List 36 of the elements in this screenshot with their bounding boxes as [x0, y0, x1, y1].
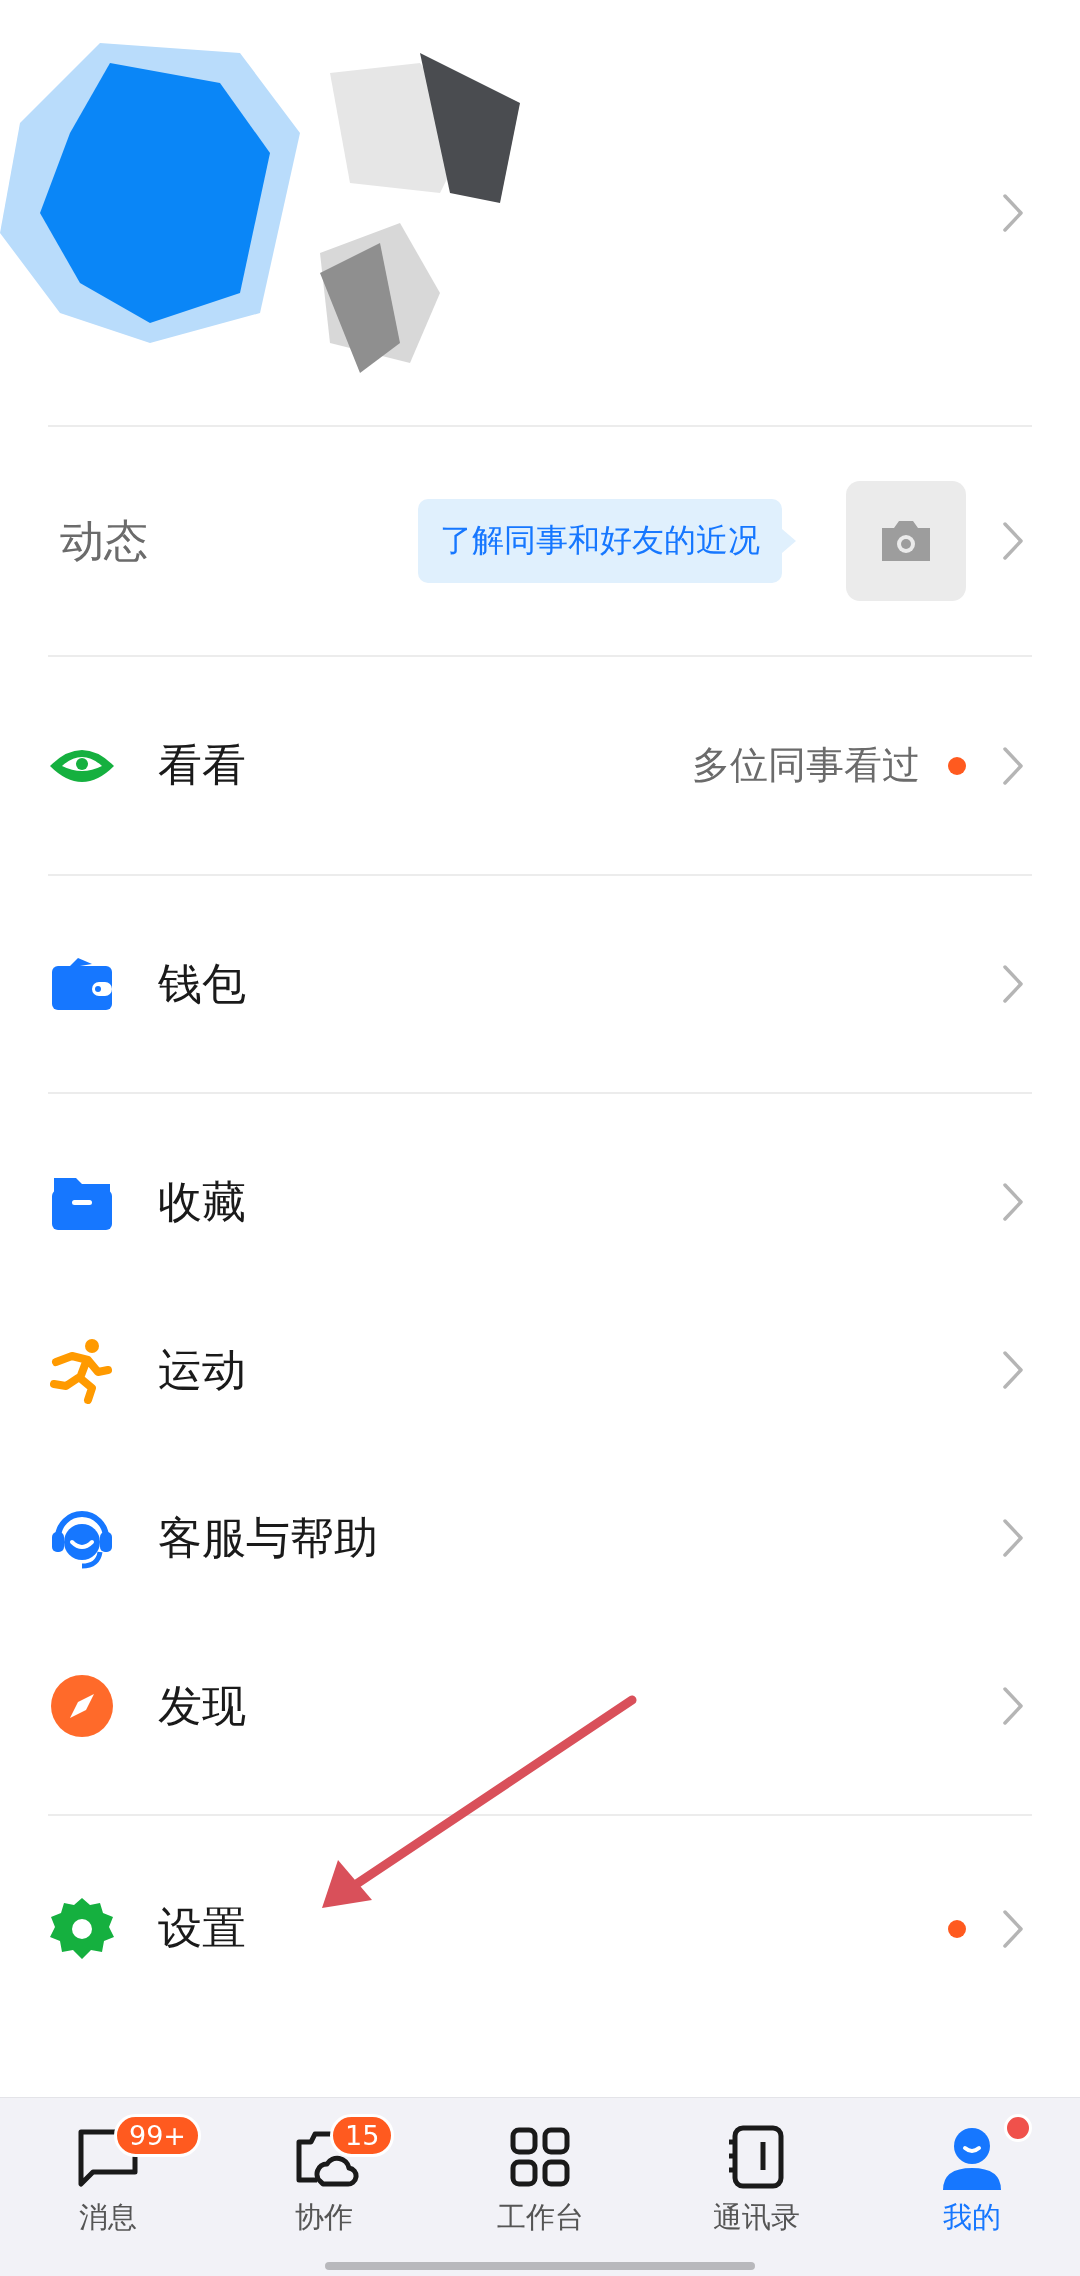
count-badge: 99+	[114, 2114, 201, 2157]
camera-button[interactable]	[846, 481, 966, 601]
menu-label: 钱包	[158, 956, 246, 1011]
count-badge: 15	[330, 2114, 395, 2157]
chevron-right-icon	[1002, 1182, 1024, 1222]
bubble-tail	[782, 529, 796, 553]
menu-item[interactable]: 运动	[48, 1286, 1032, 1454]
moments-label: 动态	[60, 513, 148, 568]
chevron-right-icon	[1002, 964, 1024, 1004]
menu-item[interactable]: 客服与帮助	[48, 1454, 1032, 1622]
chevron-right-icon	[1002, 1350, 1024, 1390]
menu-item[interactable]: 发现	[48, 1622, 1032, 1790]
chevron-right-icon	[1002, 1518, 1024, 1558]
chevron-right-icon	[1002, 1908, 1024, 1949]
chevron-right-icon	[1002, 521, 1024, 561]
menu-item[interactable]: 钱包	[48, 876, 1032, 1092]
menu-label: 设置	[158, 1901, 246, 1955]
menu-label: 发现	[158, 1678, 246, 1733]
chevron-right-icon	[1002, 192, 1024, 233]
tooltip-bubble: 了解同事和好友的近况	[418, 499, 782, 583]
menu-label: 看看	[158, 738, 246, 792]
tab[interactable]: 消息 99+	[10, 2104, 206, 2238]
tab[interactable]: 通讯录	[658, 2104, 854, 2238]
compass-icon	[48, 1672, 116, 1740]
menu-label: 收藏	[158, 1174, 246, 1229]
menu-item[interactable]: 看看 多位同事看过	[48, 657, 1032, 874]
chevron-right-icon	[1002, 745, 1024, 786]
tab[interactable]: 我的	[874, 2104, 1070, 2238]
menu-hint: 多位同事看过	[692, 742, 920, 789]
menu-item[interactable]: 收藏	[48, 1118, 1032, 1286]
menu-label: 运动	[158, 1342, 246, 1397]
menu-label: 客服与帮助	[158, 1510, 378, 1565]
tab[interactable]: 协作 15	[226, 2104, 422, 2238]
tab[interactable]: 工作台	[442, 2104, 638, 2238]
menu-item[interactable]: 设置	[48, 1816, 1032, 2041]
chevron-right-icon	[1002, 1686, 1024, 1726]
